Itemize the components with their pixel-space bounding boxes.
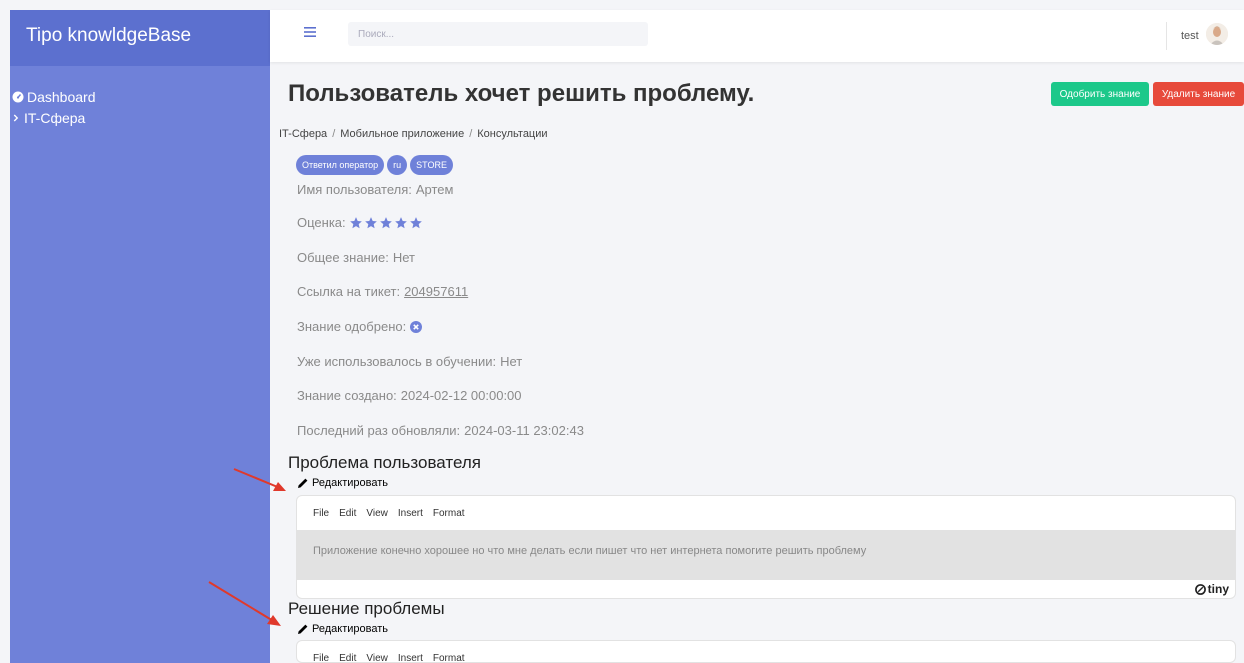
editor-menubar: File Edit View Insert Format xyxy=(297,496,1235,530)
language-badge: ru xyxy=(387,155,408,175)
breadcrumb-separator: / xyxy=(332,128,336,140)
info-label: Знание одобрено: xyxy=(297,319,407,334)
user-name[interactable]: test xyxy=(1181,30,1199,42)
annotation-arrow xyxy=(233,468,286,491)
menu-edit[interactable]: Edit xyxy=(339,508,356,519)
info-label: Оценка: xyxy=(297,215,346,230)
info-label: Ссылка на тикет: xyxy=(297,284,401,299)
edit-label: Редактировать xyxy=(312,477,388,489)
info-label: Знание создано: xyxy=(297,388,397,403)
info-label: Имя пользователя: xyxy=(297,182,412,197)
info-label: Общее знание: xyxy=(297,250,389,265)
updated-at-row: Последний раз обновляли: 2024-03-11 23:0… xyxy=(297,423,584,438)
menu-insert[interactable]: Insert xyxy=(398,653,423,663)
edit-label: Редактировать xyxy=(312,623,388,635)
edit-solution-link[interactable]: Редактировать xyxy=(297,623,388,635)
rating-stars xyxy=(349,216,424,230)
star-icon xyxy=(379,216,392,228)
general-knowledge-row: Общее знание: Нет xyxy=(297,250,415,265)
user-name-row: Имя пользователя: Артем xyxy=(297,182,453,197)
hamburger-menu-icon[interactable] xyxy=(304,26,316,38)
menu-insert[interactable]: Insert xyxy=(398,508,423,519)
brand-title[interactable]: Tipo knowldgeBase xyxy=(10,10,270,66)
approved-row: Знание одобрено: xyxy=(297,319,423,334)
breadcrumb-item[interactable]: Консультации xyxy=(477,128,547,140)
avatar[interactable] xyxy=(1206,23,1228,45)
info-value: Нет xyxy=(500,354,523,369)
sidebar-item-it-sphere[interactable]: IT-Сфера xyxy=(10,107,270,128)
editor-content[interactable]: Приложение конечно хорошее но что мне де… xyxy=(297,530,1235,580)
annotation-arrow xyxy=(208,581,281,626)
editor-menubar: File Edit View Insert Format xyxy=(297,641,1235,663)
breadcrumb: IT-Сфера / Мобильное приложение / Консул… xyxy=(279,128,548,140)
star-icon xyxy=(349,216,362,228)
avatar-image xyxy=(1206,23,1228,45)
info-value: Нет xyxy=(392,250,415,265)
menu-edit[interactable]: Edit xyxy=(339,653,356,663)
info-value: 2024-03-11 23:02:43 xyxy=(464,423,584,438)
tiny-brand[interactable]: tiny xyxy=(1208,582,1229,596)
status-badge: Ответил оператор xyxy=(296,155,385,175)
menu-view[interactable]: View xyxy=(366,508,388,519)
rating-row: Оценка: xyxy=(297,215,424,230)
pencil-icon xyxy=(298,624,308,634)
menu-file[interactable]: File xyxy=(313,508,329,519)
menu-view[interactable]: View xyxy=(366,653,388,663)
page-title: Пользователь хочет решить проблему. xyxy=(288,80,755,107)
used-in-training-row: Уже использовалось в обучении: Нет xyxy=(297,354,522,369)
sidebar-item-label: Dashboard xyxy=(27,88,96,105)
main-content: Пользователь хочет решить проблему. Одоб… xyxy=(270,62,1244,663)
approve-knowledge-button[interactable]: Одобрить знание xyxy=(1051,82,1149,106)
editor-statusbar: tiny xyxy=(297,580,1235,598)
info-value: Артем xyxy=(415,182,454,197)
tiny-logo-icon xyxy=(1194,583,1206,595)
solution-editor: File Edit View Insert Format xyxy=(296,640,1236,663)
breadcrumb-item[interactable]: IT-Сфера xyxy=(279,128,327,140)
breadcrumb-separator: / xyxy=(469,128,473,140)
search-input[interactable] xyxy=(348,22,648,46)
badge-group: Ответил оператор ru STORE xyxy=(296,155,453,175)
ticket-link[interactable]: 204957611 xyxy=(404,284,468,299)
delete-knowledge-button[interactable]: Удалить знание xyxy=(1153,82,1244,106)
topbar-divider xyxy=(1166,22,1167,50)
sidebar-item-label: IT-Сфера xyxy=(24,109,86,126)
sidebar: Tipo knowldgeBase Dashboard IT-Сфера xyxy=(10,10,270,663)
source-badge: STORE xyxy=(410,155,453,175)
chevron-right-icon xyxy=(13,114,19,121)
tachometer-icon xyxy=(12,91,24,102)
star-icon xyxy=(409,216,422,228)
pencil-icon xyxy=(298,478,308,488)
sidebar-item-dashboard[interactable]: Dashboard xyxy=(10,86,270,107)
problem-section-title: Проблема пользователя xyxy=(288,453,481,472)
star-icon xyxy=(364,216,377,228)
menu-format[interactable]: Format xyxy=(433,653,465,663)
ticket-link-row: Ссылка на тикет: 204957611 xyxy=(297,284,468,299)
menu-format[interactable]: Format xyxy=(433,508,465,519)
menu-file[interactable]: File xyxy=(313,653,329,663)
x-circle-icon xyxy=(410,320,423,333)
edit-problem-link[interactable]: Редактировать xyxy=(297,477,388,489)
created-at-row: Знание создано: 2024-02-12 00:00:00 xyxy=(297,388,522,403)
solution-section-title: Решение проблемы xyxy=(288,599,445,618)
star-icon xyxy=(394,216,407,228)
problem-editor: File Edit View Insert Format Приложение … xyxy=(296,495,1236,599)
info-value: 2024-02-12 00:00:00 xyxy=(400,388,522,403)
breadcrumb-item[interactable]: Мобильное приложение xyxy=(340,128,464,140)
info-label: Уже использовалось в обучении: xyxy=(297,354,497,369)
topbar: test xyxy=(270,10,1244,62)
info-label: Последний раз обновляли: xyxy=(297,423,461,438)
